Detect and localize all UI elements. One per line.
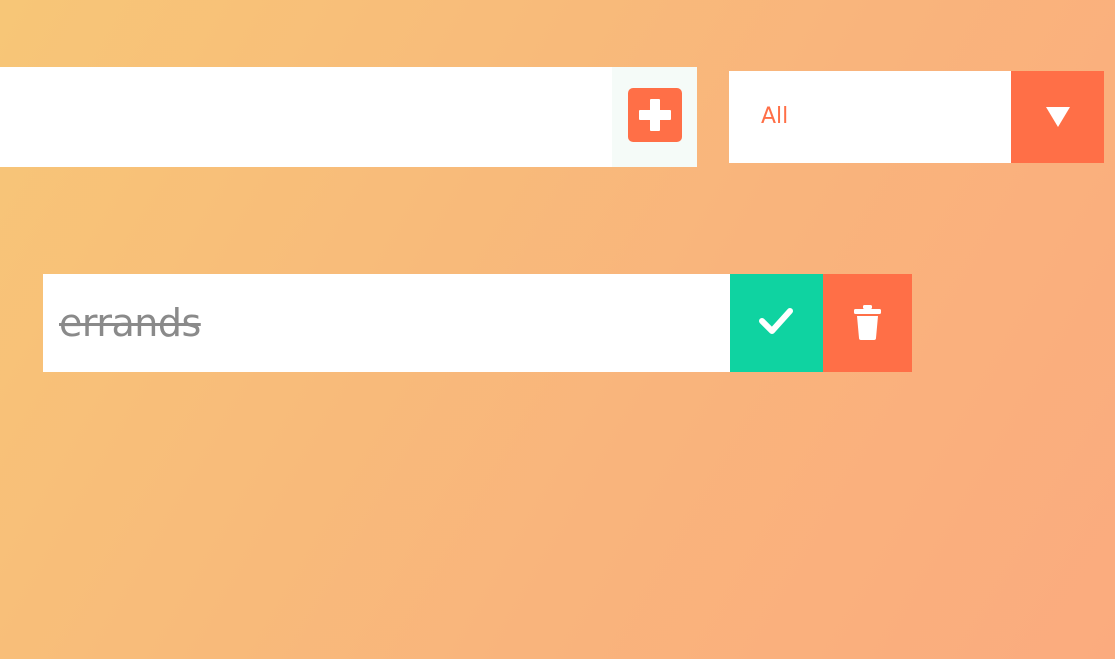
todo-text-box: errands	[43, 274, 730, 372]
complete-button[interactable]	[730, 274, 823, 372]
filter-select[interactable]: All	[729, 71, 1104, 163]
new-todo-input[interactable]	[0, 67, 612, 167]
delete-button[interactable]	[823, 274, 912, 372]
filter-selected-value: All	[761, 104, 789, 129]
new-todo-form	[0, 67, 697, 167]
todo-text: errands	[59, 301, 201, 345]
filter-dropdown-button[interactable]	[1011, 71, 1104, 163]
add-todo-button-cell[interactable]	[612, 67, 697, 167]
todo-item: errands	[43, 274, 912, 372]
add-todo-button[interactable]	[628, 88, 682, 142]
